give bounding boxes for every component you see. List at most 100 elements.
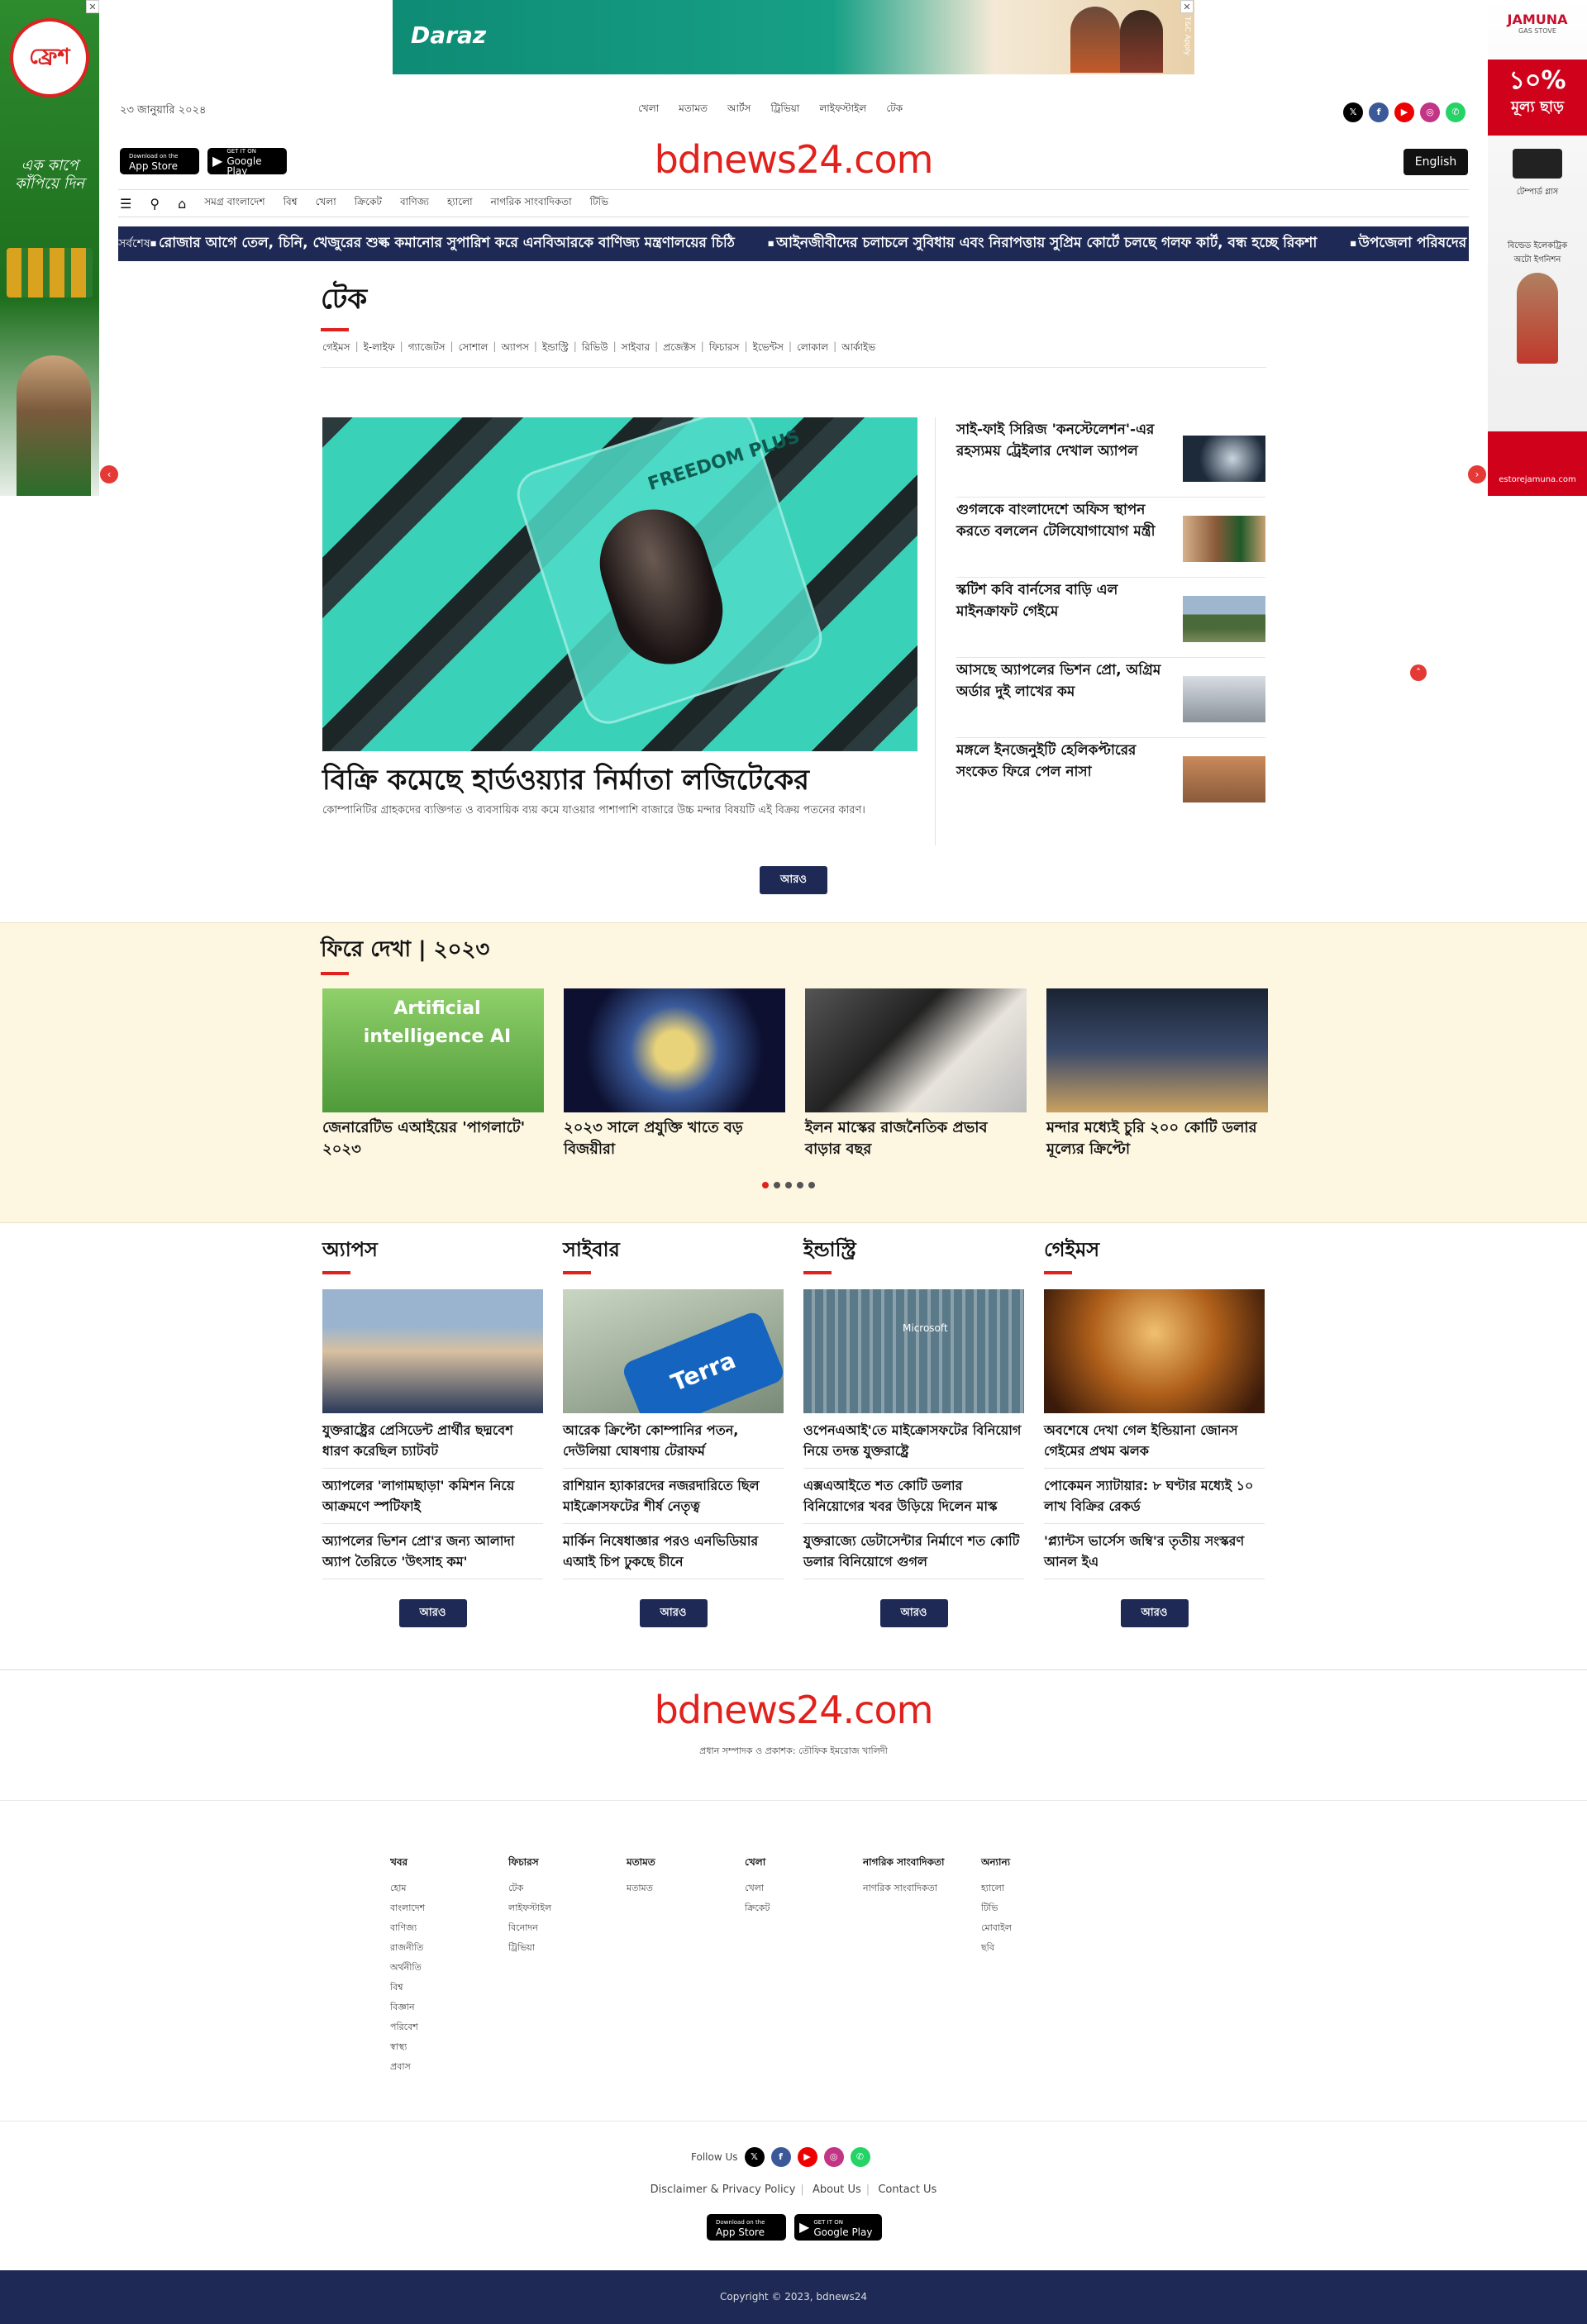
footer-link[interactable]: ছবি [981,1938,1099,1958]
top-banner-ad[interactable]: Daraz T&C Apply [393,0,1194,74]
footer-link[interactable]: টিভি [981,1898,1099,1918]
headline[interactable]: গুগলকে বাংলাদেশে অফিস স্থাপন করতে বললেন … [956,498,1168,577]
whatsapp-icon[interactable]: ✆ [1446,102,1465,122]
footer-link[interactable]: প্রবাস [390,2057,508,2077]
review-card[interactable]: ২০২৩ সালে প্রযুক্তি খাতে বড় বিজয়ীরা [564,988,785,1160]
card-title[interactable]: জেনারেটিভ এআইয়ের 'পাগলাটে' ২০২৩ [322,1117,544,1160]
search-icon[interactable]: ⚲ [150,196,160,212]
footer-link[interactable]: হোম [390,1879,508,1898]
list-item[interactable]: রাশিয়ান হ্যাকারদের নজরদারিতে ছিল মাইক্র… [563,1469,784,1524]
carousel-dot[interactable] [797,1182,803,1188]
right-side-ad[interactable]: JAMUNA GAS STOVE ১০% মূল্য ছাড় টেম্পার্ড … [1488,0,1587,496]
footer-logo[interactable]: bdnews24.com [0,1688,1587,1732]
list-item[interactable]: গুগলকে বাংলাদেশে অফিস স্থাপন করতে বললেন … [956,498,1265,578]
list-item[interactable]: যুক্তরাজ্যে ডেটাসেন্টার নির্মাণে শত কোটি… [803,1524,1024,1579]
category-image[interactable]: Terra [563,1289,784,1413]
subnav-item[interactable]: প্রজেক্টস [663,341,696,357]
nav-item[interactable]: টিভি [590,195,608,212]
nav-item[interactable]: নাগরিক সাংবাদিকতা [491,195,572,212]
subnav-item[interactable]: ইভেন্টস [753,341,784,357]
card-image[interactable]: Artificial intelligence AI [322,988,544,1112]
footer-column-title[interactable]: খেলা [745,1855,863,1872]
footer-link[interactable]: বিজ্ঞান [390,1998,508,2017]
footer-link[interactable]: হ্যালো [981,1879,1099,1898]
footer-link[interactable]: বাংলাদেশ [390,1898,508,1918]
category-image[interactable] [1044,1289,1265,1413]
card-title[interactable]: মন্দার মধ্যেই চুরি ২০০ কোটি ডলার মূল্যের… [1046,1117,1268,1160]
footer-link[interactable]: ট্রিভিয়া [508,1938,627,1958]
list-item[interactable]: সাই-ফাই সিরিজ 'কনস্টেলেশন'-এর রহস্যময় ট… [956,417,1265,498]
chevron-left-icon[interactable]: ‹ [100,465,118,483]
subnav-item[interactable]: সাইবার [622,341,650,357]
thumbnail[interactable] [1183,516,1265,562]
footer-link[interactable]: খেলা [745,1879,863,1898]
footer-link[interactable]: About Us [813,2184,861,2196]
headline[interactable]: মঙ্গলে ইনজেনুইটি হেলিকপ্টারের সংকেত ফিরে… [956,738,1168,818]
x-icon[interactable]: 𝕏 [744,2147,765,2167]
scroll-up-icon[interactable]: ˄ [1410,664,1427,681]
list-item[interactable]: যুক্তরাষ্ট্রের প্রেসিডেন্ট প্রার্থীর ছদ্… [322,1413,543,1469]
footer-link[interactable]: রাজনীতি [390,1938,508,1958]
footer-column-title[interactable]: মতামত [627,1855,745,1872]
category-image[interactable] [322,1289,543,1413]
subnav-item[interactable]: আর্কাইভ [841,341,875,357]
list-item[interactable]: স্কটিশ কবি বার্নসের বাড়ি এল মাইনক্রাফট … [956,578,1265,658]
footer-link[interactable]: লাইফস্টাইল [508,1898,627,1918]
footer-link[interactable]: স্বাস্থ্য [390,2037,508,2057]
carousel-dot[interactable] [785,1182,792,1188]
footer-link[interactable]: Contact Us [878,2184,936,2196]
review-card[interactable]: Artificial intelligence AI জেনারেটিভ এআই… [322,988,544,1160]
card-title[interactable]: ২০২৩ সালে প্রযুক্তি খাতে বড় বিজয়ীরা [564,1117,785,1160]
review-card[interactable]: ইলন মাস্কের রাজনৈতিক প্রভাব বাড়ার বছর [805,988,1027,1160]
google-play-button[interactable]: ▶ GET IT ON Google Play [794,2214,882,2241]
category-title[interactable]: সাইবার [563,1235,784,1274]
footer-link[interactable]: মোবাইল [981,1918,1099,1938]
carousel-dot[interactable] [774,1182,780,1188]
menu-icon[interactable]: ☰ [120,196,131,212]
nav-item[interactable]: হ্যালো [447,195,473,212]
footer-link[interactable]: Disclaimer & Privacy Policy [651,2184,796,2196]
whatsapp-icon[interactable]: ✆ [850,2147,870,2167]
headline[interactable]: আসছে অ্যাপলের ভিশন প্রো, অগ্রিম অর্ডার দ… [956,658,1168,737]
list-item[interactable]: আসছে অ্যাপলের ভিশন প্রো, অগ্রিম অর্ডার দ… [956,658,1265,738]
top-nav-item[interactable]: মতামত [679,102,708,118]
category-title[interactable]: অ্যাপস [322,1235,543,1274]
thumbnail[interactable] [1183,756,1265,802]
card-image[interactable] [1046,988,1268,1112]
nav-item[interactable]: বিশ্ব [284,195,298,212]
close-icon[interactable]: ✕ [1180,0,1194,13]
headline[interactable]: স্কটিশ কবি বার্নসের বাড়ি এল মাইনক্রাফট … [956,578,1168,657]
top-nav-item[interactable]: ট্রিভিয়া [770,102,799,118]
ticker-item[interactable]: উপজেলা পরিষদের ভোট মে [1350,232,1469,255]
subnav-item[interactable]: রিভিউ [582,341,608,357]
top-nav-item[interactable]: লাইফস্টাইল [819,102,866,118]
category-image[interactable]: Microsoft [803,1289,1024,1413]
list-item[interactable]: এক্সএআইতে শত কোটি ডলার বিনিয়োগের খবর উড… [803,1469,1024,1524]
ticker-item[interactable]: আইনজীবীদের চলাচলে সুবিধায় এবং নিরাপত্তা… [768,232,1317,255]
list-item[interactable]: মার্কিন নিষেধাজ্ঞার পরও এনভিডিয়ার এআই চ… [563,1524,784,1579]
category-title[interactable]: গেইমস [1044,1235,1265,1274]
left-side-ad[interactable]: ফ্রেশ এক কাপে কাঁপিয়ে দিন [0,0,99,496]
list-item[interactable]: মঙ্গলে ইনজেনুইটি হেলিকপ্টারের সংকেত ফিরে… [956,738,1265,818]
list-item[interactable]: পোকেমন স্যাটায়ার: ৮ ঘণ্টার মধ্যেই ১০ লা… [1044,1469,1265,1524]
list-item[interactable]: আরেক ক্রিপ্টো কোম্পানির পতন, দেউলিয়া ঘো… [563,1413,784,1469]
subnav-item[interactable]: লোকাল [797,341,828,357]
home-icon[interactable]: ⌂ [178,196,186,212]
facebook-icon[interactable]: f [770,2147,791,2167]
footer-link[interactable]: টেক [508,1879,627,1898]
subnav-item[interactable]: ইন্ডাস্ট্রি [542,341,569,357]
review-card[interactable]: মন্দার মধ্যেই চুরি ২০০ কোটি ডলার মূল্যের… [1046,988,1268,1160]
facebook-icon[interactable]: f [1369,102,1389,122]
youtube-icon[interactable]: ▶ [1394,102,1414,122]
thumbnail[interactable] [1183,596,1265,642]
footer-link[interactable]: মতামত [627,1879,745,1898]
footer-link[interactable]: বাণিজ্য [390,1918,508,1938]
nav-item[interactable]: ক্রিকেট [355,195,382,212]
thumbnail[interactable] [1183,676,1265,722]
footer-link[interactable]: অর্থনীতি [390,1958,508,1978]
footer-link[interactable]: ক্রিকেট [745,1898,863,1918]
card-title[interactable]: ইলন মাস্কের রাজনৈতিক প্রভাব বাড়ার বছর [805,1117,1027,1160]
footer-link[interactable]: বিনোদন [508,1918,627,1938]
footer-column-title[interactable]: ফিচারস [508,1855,627,1872]
lead-image[interactable]: FREEDOM PLUS [322,417,917,751]
